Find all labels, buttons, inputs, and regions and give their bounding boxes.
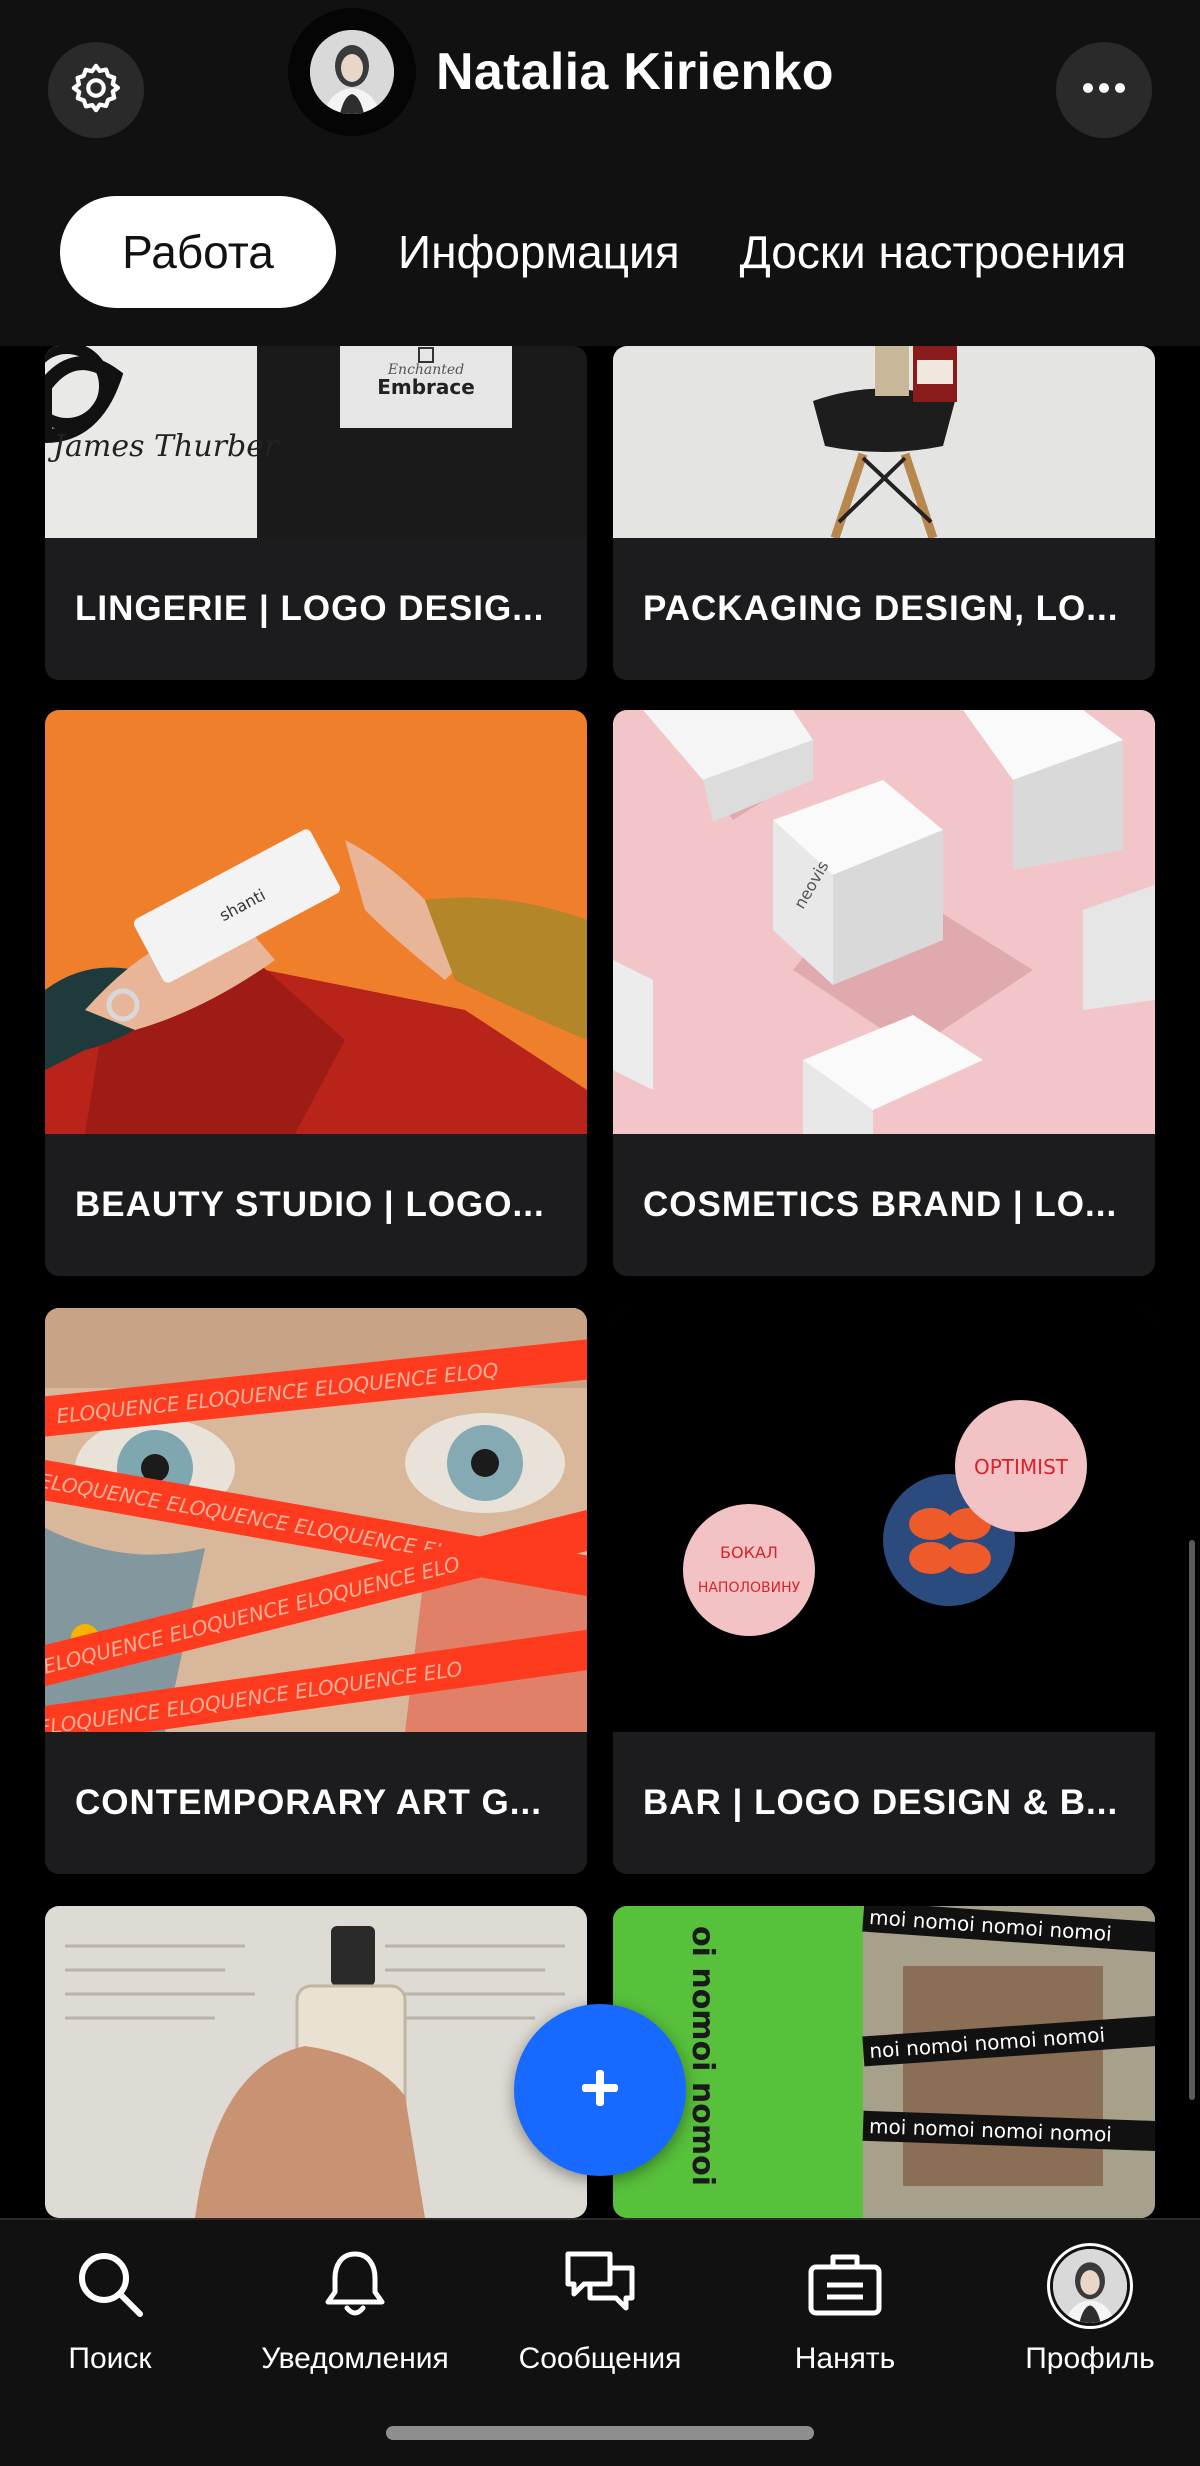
svg-text:НАПОЛОВИНУ: НАПОЛОВИНУ: [698, 1580, 801, 1596]
project-card-nomoi[interactable]: oi nomoi nomoi moi nomoi nomoi nomoi noi…: [613, 1906, 1155, 2218]
nav-label: Поиск: [68, 2342, 152, 2375]
project-thumbnail: James Thurber Enchanted Embrace: [45, 346, 587, 538]
svg-text:oi nomoi nomoi: oi nomoi nomoi: [685, 1926, 720, 2186]
tab-info[interactable]: Информация: [336, 196, 710, 308]
nav-messages[interactable]: Сообщения: [490, 2236, 710, 2376]
project-title: CONTEMPORARY ART G...: [45, 1732, 587, 1874]
nav-label: Профиль: [1025, 2342, 1155, 2375]
svg-text:OPTIMIST: OPTIMIST: [974, 1455, 1069, 1479]
settings-button[interactable]: [48, 42, 144, 138]
avatar: [1047, 2243, 1133, 2329]
avatar[interactable]: [288, 8, 416, 136]
tab-work[interactable]: Работа: [60, 196, 336, 308]
profile-name: Natalia Kirienko: [436, 43, 834, 101]
project-title: BAR | LOGO DESIGN & B...: [613, 1732, 1155, 1874]
profile-tabs: Работа Информация Доски настроения: [60, 196, 1126, 308]
scrollbar[interactable]: [1189, 1540, 1195, 2100]
nav-label: Нанять: [794, 2342, 896, 2375]
nav-notifications[interactable]: Уведомления: [245, 2236, 465, 2376]
project-card-packaging[interactable]: PACKAGING DESIGN, LO...: [613, 346, 1155, 680]
nav-hire[interactable]: Нанять: [735, 2236, 955, 2376]
nav-label: Уведомления: [261, 2342, 449, 2375]
project-card-bar[interactable]: БОКАЛ НАПОЛОВИНУ OPTIMIST BAR | LOGO DES…: [613, 1308, 1155, 1874]
project-title: PACKAGING DESIGN, LO...: [613, 538, 1155, 680]
svg-text:Embrace: Embrace: [377, 375, 475, 399]
more-horizontal-icon: [1082, 81, 1126, 99]
more-options-button[interactable]: [1056, 42, 1152, 138]
home-indicator[interactable]: [386, 2426, 814, 2440]
plus-icon: [580, 2068, 620, 2113]
nav-profile[interactable]: Профиль: [980, 2236, 1200, 2376]
project-card-lingerie[interactable]: James Thurber Enchanted Embrace LINGERIE…: [45, 346, 587, 680]
project-thumbnail: БОКАЛ НАПОЛОВИНУ OPTIMIST: [613, 1308, 1155, 1732]
project-title: COSMETICS BRAND | LO...: [613, 1134, 1155, 1276]
briefcase-icon: [807, 2251, 883, 2322]
bell-icon: [323, 2248, 387, 2325]
tab-moodboards[interactable]: Доски настроения: [710, 196, 1127, 308]
chat-icon: [562, 2248, 638, 2325]
search-icon: [74, 2248, 146, 2325]
project-card-beauty-studio[interactable]: shanti BEAUTY STUDIO | LOGO...: [45, 710, 587, 1276]
project-thumbnail: ELOQUENCE ELOQUENCE ELOQUENCE ELOQ ELOQU…: [45, 1308, 587, 1732]
project-title: LINGERIE | LOGO DESIG...: [45, 538, 587, 680]
project-card-cosmetics[interactable]: neovis COSMETICS BRAND | LO...: [613, 710, 1155, 1276]
gear-icon: [68, 60, 124, 121]
project-thumbnail: [613, 346, 1155, 538]
project-card-contemporary-art[interactable]: ELOQUENCE ELOQUENCE ELOQUENCE ELOQ ELOQU…: [45, 1308, 587, 1874]
project-thumbnail: neovis: [613, 710, 1155, 1134]
profile-identity[interactable]: Natalia Kirienko: [288, 8, 834, 136]
project-card-serum[interactable]: [45, 1906, 587, 2218]
project-thumbnail: oi nomoi nomoi moi nomoi nomoi nomoi noi…: [613, 1906, 1155, 2218]
profile-header: Natalia Kirienko Работа Информация Доски…: [0, 0, 1200, 346]
add-project-button[interactable]: [514, 2004, 686, 2176]
nav-label: Сообщения: [518, 2342, 682, 2375]
nav-search[interactable]: Поиск: [0, 2236, 220, 2376]
project-thumbnail: shanti: [45, 710, 587, 1134]
svg-text:БОКАЛ: БОКАЛ: [720, 1543, 778, 1562]
project-title: BEAUTY STUDIO | LOGO...: [45, 1134, 587, 1276]
svg-text:James Thurber: James Thurber: [47, 429, 280, 464]
project-thumbnail: [45, 1906, 587, 2218]
